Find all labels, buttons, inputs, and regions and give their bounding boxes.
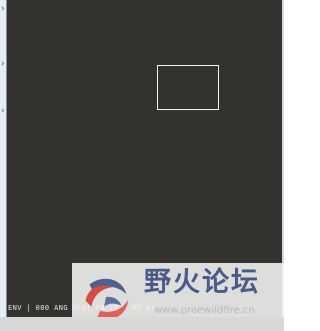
watermark-title: 野火论坛 (144, 267, 260, 298)
left-window-edge: › › › (0, 0, 7, 317)
watermark-url: www.proewildfire.cn (154, 305, 255, 316)
bottom-frame (0, 317, 284, 331)
left-edge-arrow-icon: › (0, 4, 6, 14)
selection-rectangle (157, 65, 219, 110)
left-edge-arrow-icon: › (0, 59, 6, 69)
left-edge-arrow-icon: › (0, 106, 6, 116)
